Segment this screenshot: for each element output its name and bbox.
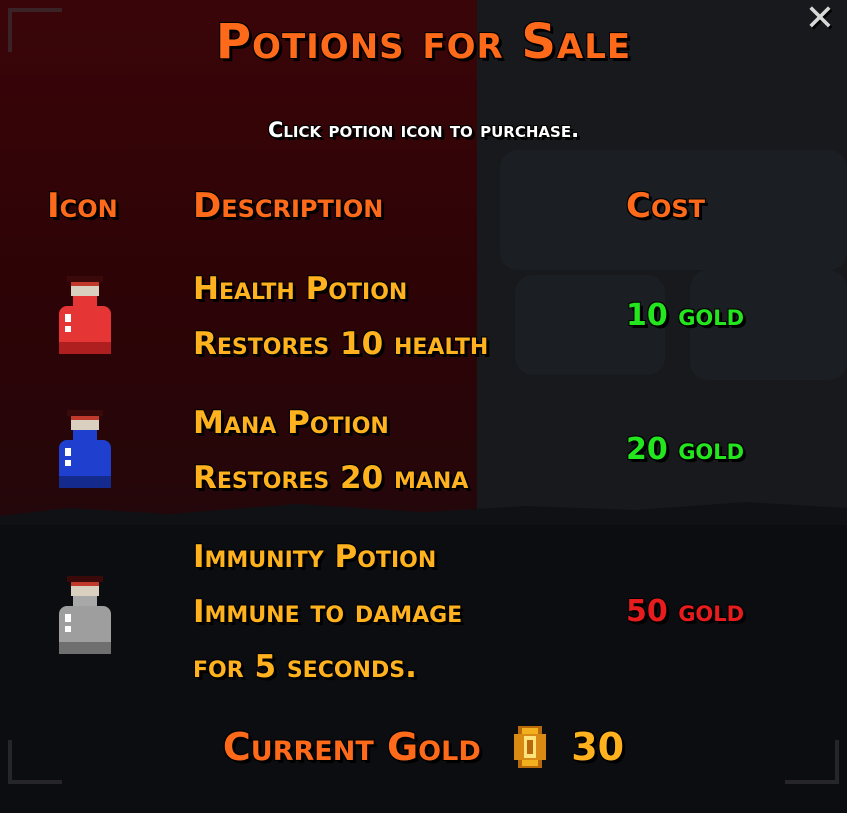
current-gold-display: Current Gold 30 xyxy=(0,722,847,782)
potion-name: Mana Potion xyxy=(193,405,389,441)
page-title: Potions for Sale xyxy=(215,14,632,70)
header-description: Description xyxy=(193,186,384,226)
gold-coin-icon xyxy=(513,726,546,768)
potion-name: Immunity Potion xyxy=(193,539,437,575)
potion-effect: for 5 seconds. xyxy=(193,649,417,685)
mana-potion-icon[interactable] xyxy=(45,406,125,502)
potion-row-immunity: Immunity Potion Immune to damage for 5 s… xyxy=(0,530,847,700)
immunity-potion-description: Immunity Potion Immune to damage for 5 s… xyxy=(193,530,462,695)
header-icon: Icon xyxy=(47,186,118,226)
mana-potion-cost: 20 gold xyxy=(626,432,745,467)
health-potion-button[interactable] xyxy=(45,272,125,368)
potion-effect: Immune to damage xyxy=(193,594,463,630)
potion-row-health: Health Potion Restores 10 health 10 gold xyxy=(0,262,847,372)
immunity-potion-icon[interactable] xyxy=(45,572,125,668)
immunity-potion-button[interactable] xyxy=(45,572,125,668)
current-gold-label: Current Gold xyxy=(222,725,481,769)
header-cost: Cost xyxy=(626,186,706,226)
mana-potion-description: Mana Potion Restores 20 mana xyxy=(193,396,468,506)
health-potion-cost: 10 gold xyxy=(626,298,745,333)
health-potion-icon[interactable] xyxy=(45,272,125,368)
mana-potion-button[interactable] xyxy=(45,406,125,502)
health-potion-description: Health Potion Restores 10 health xyxy=(193,262,488,372)
potion-name: Health Potion xyxy=(193,271,408,307)
immunity-potion-cost: 50 gold xyxy=(626,594,745,629)
potion-row-mana: Mana Potion Restores 20 mana 20 gold xyxy=(0,396,847,506)
close-icon[interactable]: ✕ xyxy=(805,0,835,39)
potion-effect: Restores 20 mana xyxy=(193,460,469,496)
close-button[interactable]: ✕ xyxy=(800,0,840,38)
current-gold-value: 30 xyxy=(571,725,625,769)
potion-effect: Restores 10 health xyxy=(193,326,489,362)
instructions-text: Click potion icon to purchase. xyxy=(267,118,580,142)
